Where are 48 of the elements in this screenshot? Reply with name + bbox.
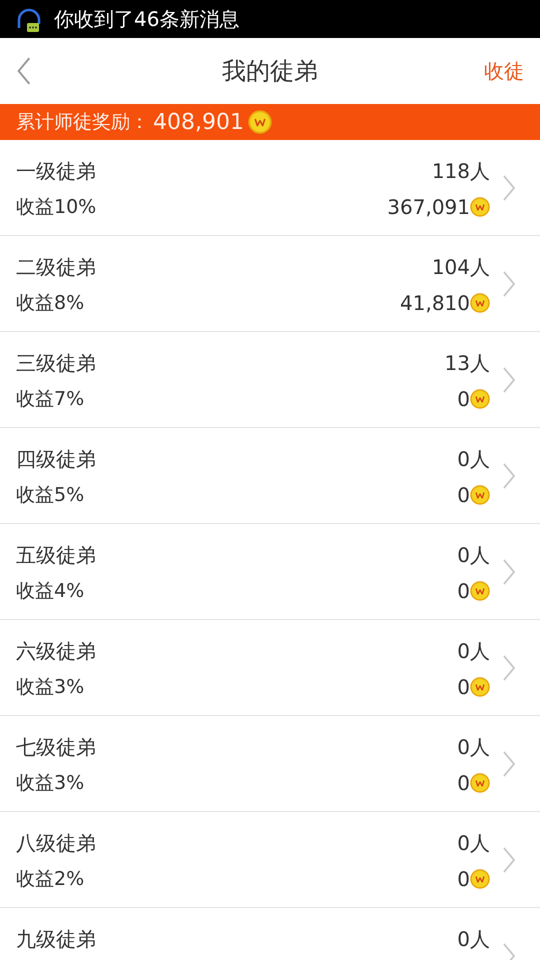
member-count: 13人 xyxy=(444,350,490,376)
level-row[interactable]: 一级徒弟 收益10% 118人 367,091 xyxy=(0,140,540,236)
earnings-amount: 0 xyxy=(457,578,470,604)
earnings-amount: 0 xyxy=(457,482,470,508)
member-count: 0人 xyxy=(457,830,490,856)
level-row[interactable]: 七级徒弟 收益3% 0人 0 xyxy=(0,716,540,812)
rate-text: 收益4% xyxy=(16,579,86,604)
rate-text: 收益2% xyxy=(16,867,86,892)
earnings-amount: 0 xyxy=(457,770,470,796)
level-name: 五级徒弟 xyxy=(16,542,96,568)
level-row[interactable]: 八级徒弟 收益2% 0人 0 xyxy=(0,812,540,908)
rate-text: 收益8% xyxy=(16,291,86,316)
level-row[interactable]: 四级徒弟 收益5% 0人 0 xyxy=(0,428,540,524)
member-count: 0人 xyxy=(457,542,490,568)
level-name: 八级徒弟 xyxy=(16,830,96,856)
level-name: 三级徒弟 xyxy=(16,350,96,376)
reward-total: 408,901 xyxy=(153,108,244,136)
level-name: 二级徒弟 xyxy=(16,254,96,280)
level-name: 六级徒弟 xyxy=(16,638,96,664)
rate-text: 收益5% xyxy=(16,483,86,508)
rate-text: 收益3% xyxy=(16,771,86,796)
member-count: 0人 xyxy=(457,926,490,952)
member-count: 0人 xyxy=(457,446,490,472)
page-title: 我的徒弟 xyxy=(222,56,318,87)
earnings-amount: 0 xyxy=(457,674,470,700)
member-count: 118人 xyxy=(432,158,490,184)
level-name: 四级徒弟 xyxy=(16,446,96,472)
level-name: 一级徒弟 xyxy=(16,158,96,184)
rate-text: 收益3% xyxy=(16,675,86,700)
level-row[interactable]: 六级徒弟 收益3% 0人 0 xyxy=(0,620,540,716)
earnings-amount: 367,091 xyxy=(387,194,470,220)
member-count: 104人 xyxy=(432,254,490,280)
level-row[interactable]: 三级徒弟 收益7% 13人 0 xyxy=(0,332,540,428)
level-name: 七级徒弟 xyxy=(16,734,96,760)
notification-text: 你收到了46条新消息 xyxy=(54,6,240,33)
level-name: 九级徒弟 xyxy=(16,926,96,952)
level-row[interactable]: 九级徒弟 0人 xyxy=(0,908,540,960)
earnings-amount: 0 xyxy=(457,386,470,412)
recruit-button[interactable]: 收徒 xyxy=(484,56,524,86)
member-count: 0人 xyxy=(457,734,490,760)
member-count: 0人 xyxy=(457,638,490,664)
rate-text: 收益7% xyxy=(16,387,86,412)
rate-text: 收益10% xyxy=(16,195,96,220)
reward-label: 累计师徒奖励： xyxy=(16,110,149,135)
earnings-amount: 0 xyxy=(457,866,470,892)
earnings-amount: 41,810 xyxy=(400,290,470,316)
level-row[interactable]: 五级徒弟 收益4% 0人 0 xyxy=(0,524,540,620)
level-row[interactable]: 二级徒弟 收益8% 104人 41,810 xyxy=(0,236,540,332)
